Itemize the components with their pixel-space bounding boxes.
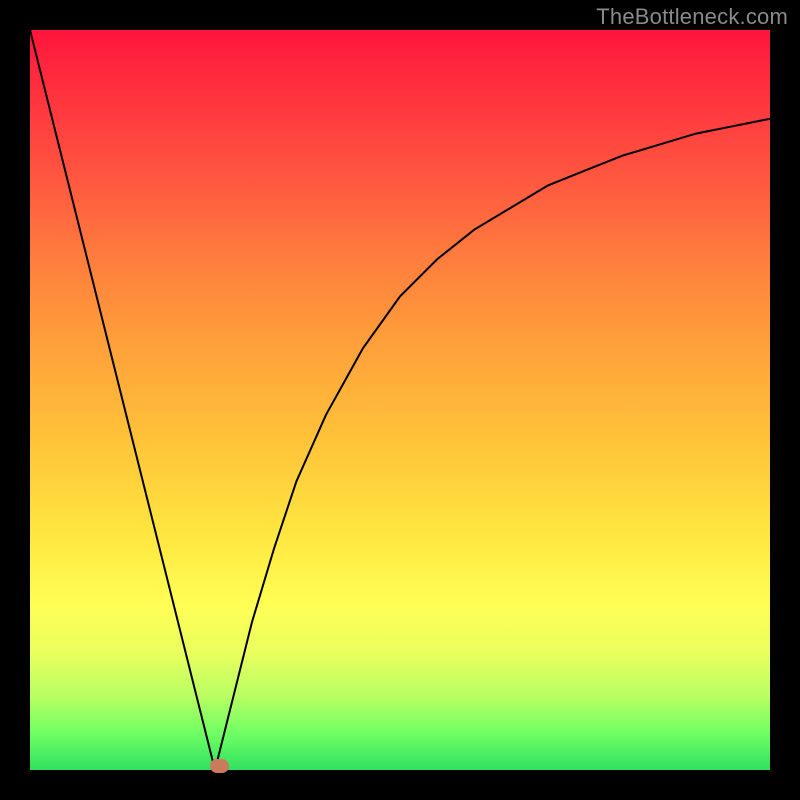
curve-path [30,30,770,770]
curve-svg [30,30,770,770]
chart-frame: TheBottleneck.com [0,0,800,800]
min-marker [210,759,229,773]
attribution-text: TheBottleneck.com [596,4,788,30]
